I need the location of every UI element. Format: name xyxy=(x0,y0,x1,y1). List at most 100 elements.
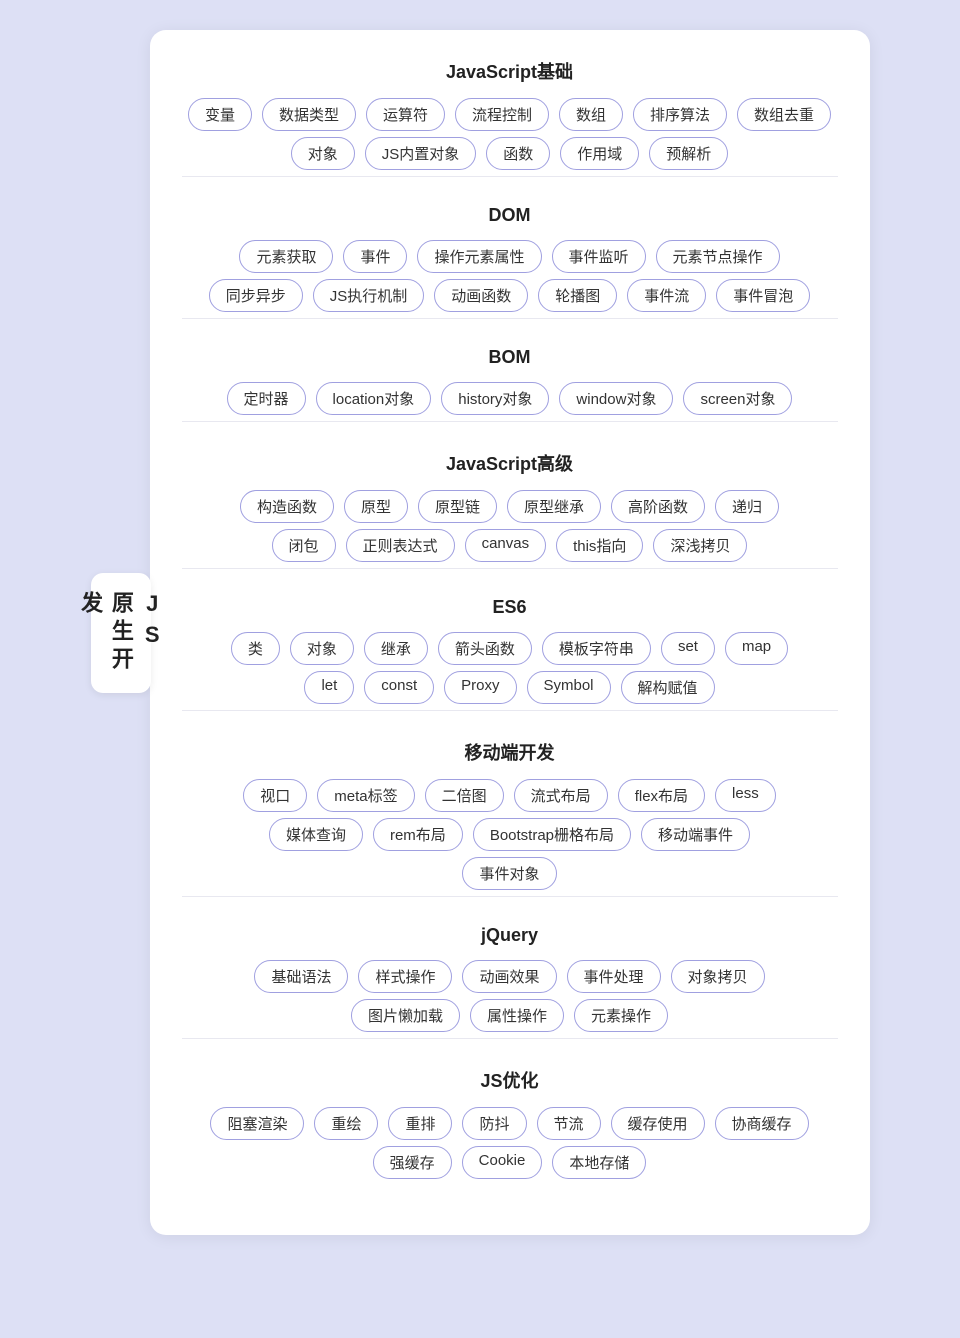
tag-jquery-0-4[interactable]: 对象拷贝 xyxy=(671,960,765,993)
tag-bom-0-2[interactable]: history对象 xyxy=(441,382,549,415)
tag-js-advanced-0-1[interactable]: 原型 xyxy=(344,490,408,523)
tag-mobile-1-0[interactable]: 媒体查询 xyxy=(269,818,363,851)
tag-js-advanced-0-4[interactable]: 高阶函数 xyxy=(611,490,705,523)
tag-es6-0-6[interactable]: map xyxy=(725,632,788,665)
tags-row-js-advanced-0: 构造函数原型原型链原型继承高阶函数递归 xyxy=(182,490,838,523)
section-divider-2 xyxy=(182,421,838,422)
section-divider-0 xyxy=(182,176,838,177)
tag-dom-0-4[interactable]: 元素节点操作 xyxy=(656,240,780,273)
tag-es6-0-1[interactable]: 对象 xyxy=(290,632,354,665)
tag-js-basic-0-5[interactable]: 排序算法 xyxy=(633,98,727,131)
tag-js-basic-0-2[interactable]: 运算符 xyxy=(366,98,445,131)
tag-js-advanced-1-2[interactable]: canvas xyxy=(465,529,547,562)
tag-js-advanced-1-4[interactable]: 深浅拷贝 xyxy=(653,529,747,562)
tag-js-optimize-0-0[interactable]: 阻塞渲染 xyxy=(210,1107,304,1140)
tag-js-basic-0-1[interactable]: 数据类型 xyxy=(262,98,356,131)
section-es6: ES6 类对象继承箭头函数模板字符串 setmap let const Proxy Symb… xyxy=(182,597,838,711)
outer-wrapper: JS原生开发 JavaScript基础变量数据类型运算符流程控制数组排序算法数组… xyxy=(91,30,870,1235)
tag-js-advanced-0-0[interactable]: 构造函数 xyxy=(240,490,334,523)
tag-js-basic-0-3[interactable]: 流程控制 xyxy=(455,98,549,131)
tag-jquery-1-0[interactable]: 图片懒加载 xyxy=(351,999,460,1032)
tag-dom-0-1[interactable]: 事件 xyxy=(343,240,407,273)
tag-js-basic-1-2[interactable]: 函数 xyxy=(486,137,550,170)
section-title-jquery: jQuery xyxy=(182,925,838,946)
tag-js-advanced-1-3[interactable]: this指向 xyxy=(556,529,643,562)
tags-row-js-optimize-0: 阻塞渲染重绘重排防抖节流缓存使用协商缓存 xyxy=(182,1107,838,1140)
tag-es6-1-2[interactable]: Proxy xyxy=(444,671,516,704)
tag-dom-1-4[interactable]: 事件流 xyxy=(627,279,706,312)
tag-mobile-0-4[interactable]: flex布局 xyxy=(618,779,705,812)
section-divider-4 xyxy=(182,710,838,711)
tag-bom-0-0[interactable]: 定时器 xyxy=(227,382,306,415)
tag-js-basic-1-4[interactable]: 预解析 xyxy=(649,137,728,170)
tag-js-advanced-1-1[interactable]: 正则表达式 xyxy=(346,529,455,562)
tag-js-optimize-0-3[interactable]: 防抖 xyxy=(462,1107,526,1140)
tag-es6-0-3[interactable]: 箭头函数 xyxy=(438,632,532,665)
tag-es6-0-2[interactable]: 继承 xyxy=(364,632,428,665)
tag-mobile-0-5[interactable]: less xyxy=(715,779,776,812)
tag-dom-1-2[interactable]: 动画函数 xyxy=(434,279,528,312)
tag-js-basic-0-0[interactable]: 变量 xyxy=(188,98,252,131)
tag-mobile-0-2[interactable]: 二倍图 xyxy=(425,779,504,812)
tag-es6-1-3[interactable]: Symbol xyxy=(527,671,611,704)
tag-js-optimize-0-5[interactable]: 缓存使用 xyxy=(611,1107,705,1140)
tag-es6-0-0[interactable]: 类 xyxy=(231,632,280,665)
tag-js-basic-0-6[interactable]: 数组去重 xyxy=(737,98,831,131)
tag-es6-0-4[interactable]: 模板字符串 xyxy=(542,632,651,665)
tag-js-basic-0-4[interactable]: 数组 xyxy=(559,98,623,131)
tag-js-optimize-1-1[interactable]: Cookie xyxy=(462,1146,543,1179)
tag-mobile-0-3[interactable]: 流式布局 xyxy=(514,779,608,812)
tag-js-advanced-1-0[interactable]: 闭包 xyxy=(272,529,336,562)
tag-dom-0-3[interactable]: 事件监听 xyxy=(552,240,646,273)
tag-jquery-0-0[interactable]: 基础语法 xyxy=(254,960,348,993)
tag-js-optimize-1-0[interactable]: 强缓存 xyxy=(373,1146,452,1179)
tag-mobile-0-0[interactable]: 视口 xyxy=(243,779,307,812)
tag-js-optimize-0-4[interactable]: 节流 xyxy=(537,1107,601,1140)
tag-dom-1-5[interactable]: 事件冒泡 xyxy=(716,279,810,312)
tag-es6-0-5[interactable]: set xyxy=(661,632,715,665)
tag-js-optimize-0-1[interactable]: 重绘 xyxy=(314,1107,378,1140)
tag-bom-0-3[interactable]: window对象 xyxy=(559,382,673,415)
tag-dom-0-0[interactable]: 元素获取 xyxy=(239,240,333,273)
sidebar-label: JS原生开发 xyxy=(91,573,151,693)
tag-js-optimize-0-2[interactable]: 重排 xyxy=(388,1107,452,1140)
tag-bom-0-4[interactable]: screen对象 xyxy=(683,382,792,415)
section-divider-6 xyxy=(182,1038,838,1039)
tags-row-es6-0: 类对象继承箭头函数模板字符串 setmap xyxy=(182,632,838,665)
tag-jquery-0-2[interactable]: 动画效果 xyxy=(462,960,556,993)
tag-js-basic-1-1[interactable]: JS内置对象 xyxy=(365,137,477,170)
tag-js-advanced-0-2[interactable]: 原型链 xyxy=(418,490,497,523)
tag-es6-1-0[interactable]: let xyxy=(304,671,354,704)
tag-mobile-1-2[interactable]: Bootstrap栅格布局 xyxy=(473,818,631,851)
tag-js-optimize-0-6[interactable]: 协商缓存 xyxy=(715,1107,809,1140)
tags-row-bom-0: 定时器 location对象 history对象 window对象 screen对象 xyxy=(182,382,838,415)
tag-dom-1-0[interactable]: 同步异步 xyxy=(209,279,303,312)
tag-js-advanced-0-5[interactable]: 递归 xyxy=(715,490,779,523)
tag-es6-1-1[interactable]: const xyxy=(364,671,434,704)
tag-js-basic-1-0[interactable]: 对象 xyxy=(291,137,355,170)
section-divider-1 xyxy=(182,318,838,319)
tags-row-js-optimize-1: 强缓存 Cookie 本地存储 xyxy=(182,1146,838,1179)
tag-mobile-1-1[interactable]: rem布局 xyxy=(373,818,463,851)
section-divider-5 xyxy=(182,896,838,897)
tag-js-advanced-0-3[interactable]: 原型继承 xyxy=(507,490,601,523)
section-jquery: jQuery 基础语法样式操作动画效果事件处理对象拷贝图片懒加载属性操作元素操作 xyxy=(182,925,838,1039)
tag-jquery-1-1[interactable]: 属性操作 xyxy=(470,999,564,1032)
tags-row-js-advanced-1: 闭包正则表达式 canvas this指向深浅拷贝 xyxy=(182,529,838,562)
tag-mobile-0-1[interactable]: meta标签 xyxy=(317,779,414,812)
section-title-es6: ES6 xyxy=(182,597,838,618)
main-card: JavaScript基础变量数据类型运算符流程控制数组排序算法数组去重对象JS内… xyxy=(150,30,870,1235)
tag-js-basic-1-3[interactable]: 作用域 xyxy=(560,137,639,170)
tag-jquery-0-1[interactable]: 样式操作 xyxy=(358,960,452,993)
tag-dom-0-2[interactable]: 操作元素属性 xyxy=(417,240,541,273)
tag-mobile-2-0[interactable]: 事件对象 xyxy=(462,857,556,890)
tag-dom-1-3[interactable]: 轮播图 xyxy=(538,279,617,312)
tags-row-jquery-0: 基础语法样式操作动画效果事件处理对象拷贝 xyxy=(182,960,838,993)
tag-dom-1-1[interactable]: JS执行机制 xyxy=(313,279,425,312)
tag-js-optimize-1-2[interactable]: 本地存储 xyxy=(552,1146,646,1179)
tag-jquery-1-2[interactable]: 元素操作 xyxy=(574,999,668,1032)
tag-mobile-1-3[interactable]: 移动端事件 xyxy=(641,818,750,851)
tag-bom-0-1[interactable]: location对象 xyxy=(316,382,432,415)
tag-es6-1-4[interactable]: 解构赋值 xyxy=(621,671,715,704)
tag-jquery-0-3[interactable]: 事件处理 xyxy=(567,960,661,993)
